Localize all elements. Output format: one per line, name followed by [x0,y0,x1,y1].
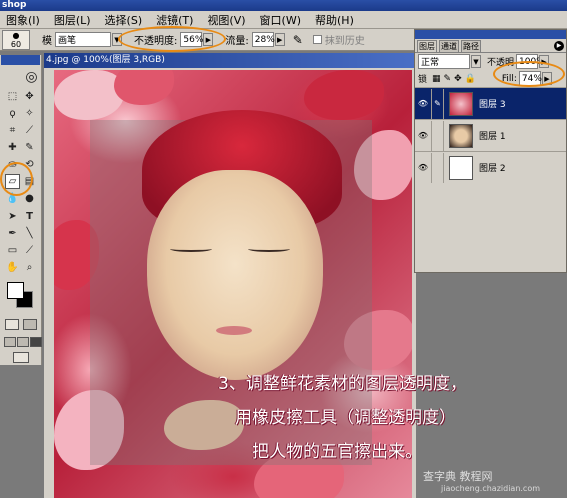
layer-brush-icon[interactable]: ✎ [431,88,444,119]
brush-tool-icon[interactable]: ✎ [22,140,37,155]
petal [304,70,384,120]
menu-view[interactable]: 视图(V) [207,12,245,28]
tab-paths[interactable]: 路径 [461,40,481,52]
menu-image[interactable]: 图象(I) [6,12,40,28]
move-tool-icon[interactable]: ✥ [22,89,37,104]
toolbox: ◎ ⬚ ✥ ϙ ✧ ⌗ ⟋ ✚ ✎ ⛀ ⟲ ▱ ▤ 💧 ● ➤ T ✒ ╲ ▭ … [0,55,42,365]
menu-help[interactable]: 帮助(H) [315,12,354,28]
type-tool-icon[interactable]: T [22,209,37,224]
healing-brush-tool-icon[interactable]: ✚ [5,140,20,155]
menu-bar: 图象(I) 图层(L) 选择(S) 滤镜(T) 视图(V) 窗口(W) 帮助(H… [0,11,567,29]
layer-visibility-eye-icon[interactable]: 👁 [415,131,431,140]
brush-size: 60 [10,39,22,49]
caption-line-2: 用橡皮擦工具（调整透明度） [235,408,456,428]
notes-tool-icon[interactable]: ▭ [5,243,20,258]
layer-thumbnail [449,91,473,116]
layer-visibility-eye-icon[interactable]: 👁 [415,99,431,108]
eraser-highlight-oval [0,162,33,196]
blend-mode-arrow-icon[interactable]: ▼ [471,55,481,68]
caption-line-3: 把人物的五官擦出来。 [252,442,422,462]
image-canvas[interactable] [54,70,412,498]
lock-pixels-icon[interactable]: ✎ [444,74,452,84]
tab-layers-label: 图层 [419,42,435,51]
airbrush-icon[interactable]: ✎ [293,33,303,47]
layer-row-1[interactable]: 👁 图层 1 [415,119,566,151]
lasso-tool-icon[interactable]: ϙ [5,106,20,121]
mode-value: 画笔 [58,36,77,46]
brush-preset-picker[interactable]: ● 60 [2,29,30,50]
layer-row-3[interactable]: 👁 ✎ 图层 3 [415,87,566,119]
tab-channels-label: 通道 [441,42,457,51]
screen-mode-full-button[interactable] [30,337,42,347]
layer-name: 图层 1 [479,132,506,142]
document-title: 4.jpg @ 100%(图层 3,RGB) [46,55,165,65]
mode-label: 模 [42,36,52,47]
layer-link-box[interactable] [431,120,444,151]
tab-paths-label: 路径 [463,42,479,51]
path-selection-tool-icon[interactable]: ➤ [5,209,20,224]
caption-line-1: 3、调整鲜花素材的图层透明度， [218,374,467,394]
layer-name: 图层 3 [479,100,506,110]
fill-highlight-oval [493,61,565,87]
lock-label: 锁 [418,75,428,85]
toolbox-grip[interactable] [1,55,40,65]
layer-name: 图层 2 [479,164,506,174]
petal [114,70,174,105]
screen-mode-full-menu-button[interactable] [17,337,29,347]
palette-tabs: 图层 通道 路径 [415,39,566,53]
brush-dot-icon: ● [12,30,20,40]
flow-label: 流量: [225,36,249,47]
layer-thumbnail [449,123,473,148]
document-window: 4.jpg @ 100%(图层 3,RGB) [44,53,416,498]
menu-layer[interactable]: 图层(L) [54,12,91,28]
lock-transparency-icon[interactable]: ▦ [432,74,441,84]
slice-tool-icon[interactable]: ⟋ [22,123,37,138]
quickmask-mode-button[interactable] [23,319,37,330]
document-title-bar[interactable]: 4.jpg @ 100%(图层 3,RGB) [44,53,416,68]
blend-mode-select[interactable]: 正常 [418,54,470,69]
lock-all-icon[interactable]: 🔒 [465,74,476,84]
layer-visibility-eye-icon[interactable]: 👁 [415,163,431,172]
opacity-highlight-oval [118,26,226,52]
erase-to-history-checkbox[interactable] [312,35,322,44]
toolbox-logo-icon: ◎ [25,68,38,85]
hand-tool-icon[interactable]: ✋ [5,260,20,275]
layer-link-box[interactable] [431,152,444,183]
lock-position-icon[interactable]: ✥ [454,74,462,84]
marquee-tool-icon[interactable]: ⬚ [5,89,20,104]
tab-channels[interactable]: 通道 [439,40,459,52]
app-title: shop [2,0,27,10]
palette-title-bar[interactable] [415,30,566,39]
watermark-url: jiaocheng.chazidian.com [441,484,541,493]
line-tool-icon[interactable]: ╲ [22,226,37,241]
standard-mode-button[interactable] [5,319,19,330]
tab-layers[interactable]: 图层 [417,40,437,52]
mouth [216,326,252,335]
app-title-bar: shop [0,0,567,11]
zoom-tool-icon[interactable]: ⌕ [22,260,37,275]
left-eye [170,246,212,252]
menu-window[interactable]: 窗口(W) [260,12,301,28]
flow-input[interactable]: 28% [251,32,275,47]
flow-value: 28% [254,34,275,45]
foreground-color-swatch[interactable] [7,282,24,299]
screen-mode-standard-button[interactable] [4,337,16,347]
face [147,170,323,380]
mode-select[interactable]: 画笔 [55,32,111,47]
blend-mode-value: 正常 [421,58,440,68]
right-eye [248,246,290,252]
layer-thumbnail [449,155,473,180]
watermark: 查字典 教程网 [423,470,493,483]
pen-tool-icon[interactable]: ✒ [5,226,20,241]
crop-tool-icon[interactable]: ⌗ [5,123,20,138]
jump-to-imageready-button[interactable] [13,352,29,363]
flow-slider-arrow-icon[interactable]: ▶ [274,33,285,46]
magic-wand-tool-icon[interactable]: ✧ [22,106,37,121]
menu-select[interactable]: 选择(S) [105,12,143,28]
erase-to-history-label: 抹到历史 [324,36,365,47]
layer-row-2[interactable]: 👁 图层 2 [415,151,566,183]
eyedropper-tool-icon[interactable]: ⟋ [22,243,37,258]
petal [54,70,124,120]
palette-menu-arrow-icon[interactable]: ▶ [554,41,564,51]
